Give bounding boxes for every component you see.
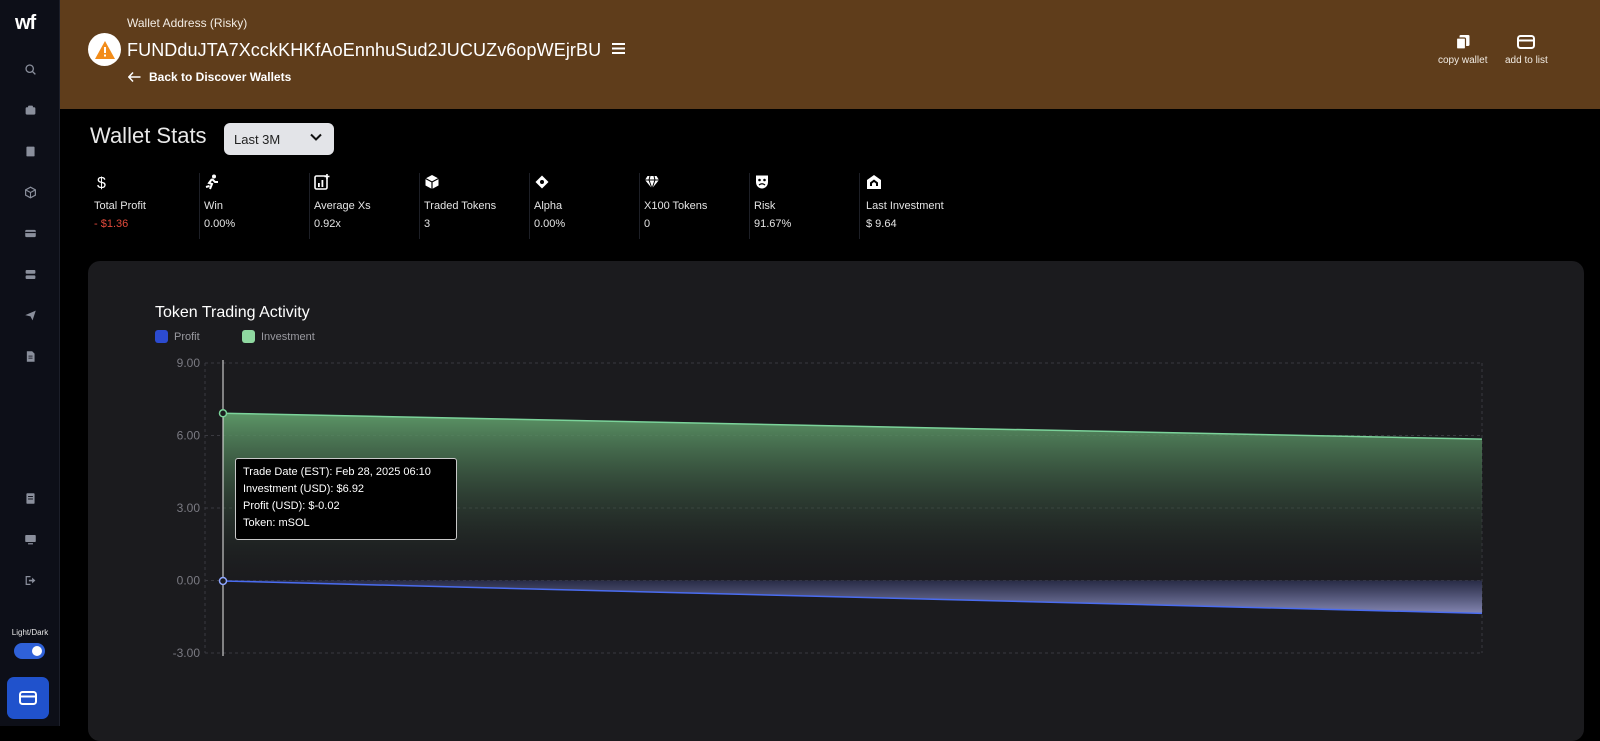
app-logo[interactable]: wf bbox=[15, 12, 36, 35]
y-axis: 9.00 6.00 3.00 0.00 -3.00 bbox=[173, 356, 201, 660]
copy-icon bbox=[1455, 35, 1470, 50]
warning-icon bbox=[88, 33, 121, 66]
copy-wallet-label: copy wallet bbox=[1438, 55, 1488, 66]
gem-icon bbox=[644, 174, 660, 190]
back-link[interactable]: Back to Discover Wallets bbox=[128, 70, 291, 84]
period-select[interactable]: Last 3M bbox=[224, 123, 334, 155]
stat-x100-tokens: X100 Tokens 0 bbox=[640, 173, 750, 239]
investment-point bbox=[218, 409, 228, 418]
wallet-connect-button[interactable] bbox=[7, 677, 49, 719]
mask-icon bbox=[754, 174, 770, 190]
list-card-icon bbox=[1517, 35, 1536, 49]
theme-toggle-label: Light/Dark bbox=[11, 628, 49, 637]
stat-label: Last Investment bbox=[866, 200, 944, 212]
stat-divider bbox=[859, 173, 860, 239]
svg-text:$: $ bbox=[97, 175, 106, 190]
legend-swatch-investment bbox=[242, 330, 255, 343]
stat-average-xs: Average Xs 0.92x bbox=[310, 173, 420, 239]
stat-label: Risk bbox=[754, 200, 776, 212]
server-icon[interactable] bbox=[22, 266, 38, 282]
menu-icon[interactable] bbox=[612, 38, 626, 59]
arrow-left-icon bbox=[128, 72, 141, 82]
toggle-knob bbox=[32, 646, 42, 656]
wallet-header: Wallet Address (Risky) FUNDduJTA7XcckKHK… bbox=[60, 0, 1600, 109]
stat-label: Traded Tokens bbox=[424, 200, 497, 212]
sidebar: wf Light/Dark bbox=[0, 0, 60, 726]
legend-item-profit[interactable]: Profit bbox=[155, 330, 200, 343]
stat-total-profit: $ Total Profit - $1.36 bbox=[90, 173, 200, 239]
y-tick-label: 3.00 bbox=[177, 501, 201, 515]
tooltip-date: Trade Date (EST): Feb 28, 2025 06:10 bbox=[243, 466, 431, 478]
chart-plus-icon bbox=[314, 174, 330, 190]
wallet-address-label: Wallet Address (Risky) bbox=[127, 16, 248, 30]
cube-icon bbox=[424, 174, 440, 190]
cube-icon[interactable] bbox=[22, 184, 38, 200]
stat-value: 91.67% bbox=[754, 218, 792, 230]
tooltip-token: Token: mSOL bbox=[243, 517, 310, 529]
tooltip-profit: Profit (USD): $-0.02 bbox=[243, 500, 340, 512]
wallet-icon[interactable] bbox=[22, 102, 38, 118]
chart-tooltip: Trade Date (EST): Feb 28, 2025 06:10 Inv… bbox=[235, 458, 457, 540]
y-tick-label: 0.00 bbox=[177, 574, 201, 588]
wallet-address-row: FUNDduJTA7XcckKHKfAoEnnhuSud2JUCUZv6opWE… bbox=[127, 38, 626, 61]
legend-swatch-profit bbox=[155, 330, 168, 343]
stat-value: 0.00% bbox=[534, 218, 566, 230]
card-icon[interactable] bbox=[22, 225, 38, 241]
stat-label: X100 Tokens bbox=[644, 200, 708, 212]
stat-value: $ 9.64 bbox=[866, 218, 897, 230]
wallet-stats-title: Wallet Stats bbox=[90, 123, 207, 148]
receipt-icon[interactable] bbox=[22, 490, 38, 506]
period-select-value: Last 3M bbox=[234, 131, 281, 147]
y-tick-label: -3.00 bbox=[173, 646, 201, 660]
wallet-card-icon bbox=[19, 691, 37, 705]
legend-label: Investment bbox=[261, 330, 315, 343]
chevron-down-icon bbox=[310, 133, 322, 141]
stat-risk: Risk 91.67% bbox=[750, 173, 860, 239]
stat-traded-tokens: Traded Tokens 3 bbox=[420, 173, 530, 239]
stat-last-investment: Last Investment $ 9.64 bbox=[862, 173, 972, 239]
stat-value: 0 bbox=[644, 218, 651, 230]
tooltip-investment: Investment (USD): $6.92 bbox=[243, 483, 365, 495]
legend-item-investment[interactable]: Investment bbox=[242, 330, 315, 343]
add-to-list-label: add to list bbox=[1505, 55, 1548, 66]
legend-label: Profit bbox=[174, 330, 200, 343]
runner-icon bbox=[204, 174, 220, 190]
stat-win: Win 0.00% bbox=[200, 173, 310, 239]
y-tick-label: 9.00 bbox=[177, 356, 201, 370]
document-icon[interactable] bbox=[22, 348, 38, 364]
copy-wallet-button[interactable]: copy wallet bbox=[1438, 34, 1487, 66]
monitor-icon[interactable] bbox=[22, 531, 38, 547]
y-tick-label: 6.00 bbox=[177, 429, 201, 443]
stat-value: - $1.36 bbox=[94, 218, 129, 230]
stat-label: Alpha bbox=[534, 200, 563, 212]
diamond-icon bbox=[534, 174, 550, 190]
wallet-address[interactable]: FUNDduJTA7XcckKHKfAoEnnhuSud2JUCUZv6opWE… bbox=[127, 40, 601, 60]
stat-label: Average Xs bbox=[314, 200, 371, 212]
back-link-label: Back to Discover Wallets bbox=[149, 70, 292, 84]
stat-alpha: Alpha 0.00% bbox=[530, 173, 640, 239]
stat-label: Total Profit bbox=[94, 200, 146, 212]
logout-icon[interactable] bbox=[22, 572, 38, 588]
book-icon[interactable] bbox=[22, 143, 38, 159]
send-icon[interactable] bbox=[22, 307, 38, 323]
shield-icon bbox=[866, 174, 882, 190]
stat-label: Win bbox=[204, 200, 223, 212]
stat-value: 3 bbox=[424, 218, 431, 230]
chart-title: Token Trading Activity bbox=[155, 304, 310, 321]
search-icon[interactable] bbox=[22, 61, 38, 77]
add-to-list-button[interactable]: add to list bbox=[1505, 34, 1548, 66]
profit-point bbox=[218, 576, 228, 586]
stat-value: 0.92x bbox=[314, 218, 341, 230]
dollar-icon: $ bbox=[94, 174, 110, 190]
stat-value: 0.00% bbox=[204, 218, 236, 230]
theme-toggle[interactable] bbox=[14, 643, 45, 659]
